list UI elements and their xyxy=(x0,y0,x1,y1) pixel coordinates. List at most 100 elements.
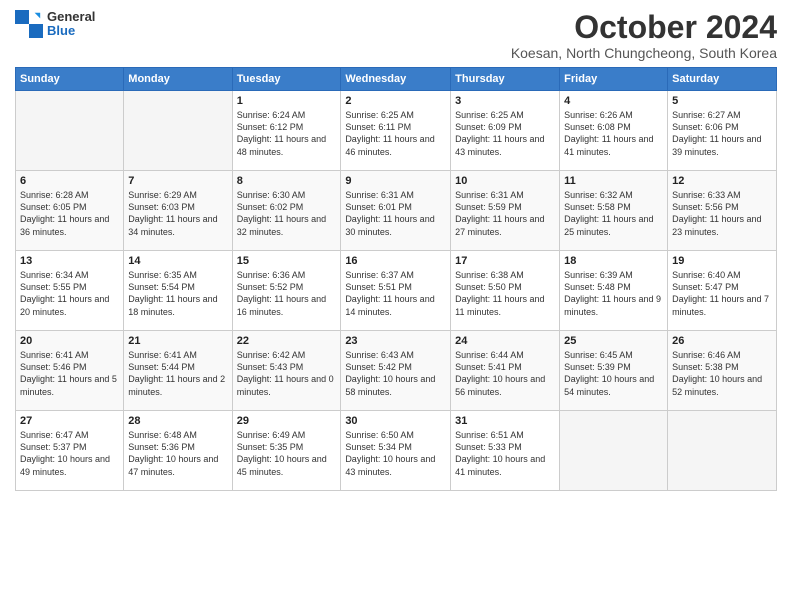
day-info: Sunrise: 6:34 AM Sunset: 5:55 PM Dayligh… xyxy=(20,269,119,318)
month-title: October 2024 xyxy=(511,10,777,45)
header-friday: Friday xyxy=(560,68,668,91)
day-info: Sunrise: 6:24 AM Sunset: 6:12 PM Dayligh… xyxy=(237,109,337,158)
table-row: 13 Sunrise: 6:34 AM Sunset: 5:55 PM Dayli… xyxy=(16,251,124,331)
logo: General Blue xyxy=(15,10,95,39)
table-row: 19 Sunrise: 6:40 AM Sunset: 5:47 PM Dayli… xyxy=(668,251,777,331)
logo-text: General Blue xyxy=(47,10,95,39)
table-row: 10 Sunrise: 6:31 AM Sunset: 5:59 PM Dayli… xyxy=(451,171,560,251)
calendar-week-row: 20 Sunrise: 6:41 AM Sunset: 5:46 PM Dayli… xyxy=(16,331,777,411)
day-info: Sunrise: 6:47 AM Sunset: 5:37 PM Dayligh… xyxy=(20,429,119,478)
day-info: Sunrise: 6:41 AM Sunset: 5:46 PM Dayligh… xyxy=(20,349,119,398)
table-row: 17 Sunrise: 6:38 AM Sunset: 5:50 PM Dayli… xyxy=(451,251,560,331)
day-number: 14 xyxy=(128,255,227,267)
day-number: 2 xyxy=(345,95,446,107)
table-row: 14Sunrise: 6:35 AM Sunset: 5:54 PM Dayli… xyxy=(124,251,232,331)
day-number: 1 xyxy=(237,95,337,107)
table-row: 6Sunrise: 6:28 AM Sunset: 6:05 PM Daylig… xyxy=(16,171,124,251)
day-info: Sunrise: 6:44 AM Sunset: 5:41 PM Dayligh… xyxy=(455,349,555,398)
day-info: Sunrise: 6:31 AM Sunset: 5:59 PM Dayligh… xyxy=(455,189,555,238)
day-info: Sunrise: 6:32 AM Sunset: 5:58 PM Dayligh… xyxy=(564,189,663,238)
table-row: 15 Sunrise: 6:36 AM Sunset: 5:52 PM Dayli… xyxy=(232,251,341,331)
table-row: 25Sunrise: 6:45 AM Sunset: 5:39 PM Dayli… xyxy=(560,331,668,411)
calendar-header-row: Sunday Monday Tuesday Wednesday Thursday… xyxy=(16,68,777,91)
day-number: 17 xyxy=(455,255,555,267)
day-info: Sunrise: 6:31 AM Sunset: 6:01 PM Dayligh… xyxy=(345,189,446,238)
table-row: 24Sunrise: 6:44 AM Sunset: 5:41 PM Dayli… xyxy=(451,331,560,411)
table-row: 31 Sunrise: 6:51 AM Sunset: 5:33 PM Dayli… xyxy=(451,411,560,491)
table-row: 30 Sunrise: 6:50 AM Sunset: 5:34 PM Dayli… xyxy=(341,411,451,491)
day-info: Sunrise: 6:42 AM Sunset: 5:43 PM Dayligh… xyxy=(237,349,337,398)
table-row: 4 Sunrise: 6:26 AM Sunset: 6:08 PM Daylig… xyxy=(560,91,668,171)
calendar-week-row: 6Sunrise: 6:28 AM Sunset: 6:05 PM Daylig… xyxy=(16,171,777,251)
day-number: 4 xyxy=(564,95,663,107)
day-info: Sunrise: 6:49 AM Sunset: 5:35 PM Dayligh… xyxy=(237,429,337,478)
day-info: Sunrise: 6:43 AM Sunset: 5:42 PM Dayligh… xyxy=(345,349,446,398)
table-row xyxy=(16,91,124,171)
logo-icon xyxy=(15,10,43,38)
day-number: 13 xyxy=(20,255,119,267)
day-info: Sunrise: 6:25 AM Sunset: 6:09 PM Dayligh… xyxy=(455,109,555,158)
table-row: 3 Sunrise: 6:25 AM Sunset: 6:09 PM Daylig… xyxy=(451,91,560,171)
day-number: 22 xyxy=(237,335,337,347)
day-number: 15 xyxy=(237,255,337,267)
header-monday: Monday xyxy=(124,68,232,91)
calendar-week-row: 1 Sunrise: 6:24 AM Sunset: 6:12 PM Daylig… xyxy=(16,91,777,171)
day-number: 3 xyxy=(455,95,555,107)
day-info: Sunrise: 6:46 AM Sunset: 5:38 PM Dayligh… xyxy=(672,349,772,398)
day-info: Sunrise: 6:30 AM Sunset: 6:02 PM Dayligh… xyxy=(237,189,337,238)
day-number: 9 xyxy=(345,175,446,187)
day-number: 19 xyxy=(672,255,772,267)
table-row: 29 Sunrise: 6:49 AM Sunset: 5:35 PM Dayli… xyxy=(232,411,341,491)
table-row: 27 Sunrise: 6:47 AM Sunset: 5:37 PM Dayli… xyxy=(16,411,124,491)
day-info: Sunrise: 6:37 AM Sunset: 5:51 PM Dayligh… xyxy=(345,269,446,318)
table-row: 22 Sunrise: 6:42 AM Sunset: 5:43 PM Dayli… xyxy=(232,331,341,411)
day-info: Sunrise: 6:26 AM Sunset: 6:08 PM Dayligh… xyxy=(564,109,663,158)
day-info: Sunrise: 6:33 AM Sunset: 5:56 PM Dayligh… xyxy=(672,189,772,238)
day-number: 11 xyxy=(564,175,663,187)
table-row: 18 Sunrise: 6:39 AM Sunset: 5:48 PM Dayli… xyxy=(560,251,668,331)
calendar-week-row: 27 Sunrise: 6:47 AM Sunset: 5:37 PM Dayli… xyxy=(16,411,777,491)
day-number: 12 xyxy=(672,175,772,187)
table-row: 8 Sunrise: 6:30 AM Sunset: 6:02 PM Daylig… xyxy=(232,171,341,251)
day-number: 5 xyxy=(672,95,772,107)
header-tuesday: Tuesday xyxy=(232,68,341,91)
calendar-week-row: 13 Sunrise: 6:34 AM Sunset: 5:55 PM Dayli… xyxy=(16,251,777,331)
header-saturday: Saturday xyxy=(668,68,777,91)
day-number: 10 xyxy=(455,175,555,187)
day-number: 23 xyxy=(345,335,446,347)
day-number: 30 xyxy=(345,415,446,427)
table-row: 1 Sunrise: 6:24 AM Sunset: 6:12 PM Daylig… xyxy=(232,91,341,171)
day-info: Sunrise: 6:39 AM Sunset: 5:48 PM Dayligh… xyxy=(564,269,663,318)
table-row: 21Sunrise: 6:41 AM Sunset: 5:44 PM Dayli… xyxy=(124,331,232,411)
day-info: Sunrise: 6:50 AM Sunset: 5:34 PM Dayligh… xyxy=(345,429,446,478)
day-number: 18 xyxy=(564,255,663,267)
day-info: Sunrise: 6:27 AM Sunset: 6:06 PM Dayligh… xyxy=(672,109,772,158)
day-number: 31 xyxy=(455,415,555,427)
table-row xyxy=(124,91,232,171)
day-number: 20 xyxy=(20,335,119,347)
day-info: Sunrise: 6:38 AM Sunset: 5:50 PM Dayligh… xyxy=(455,269,555,318)
page: General Blue October 2024 Koesan, North … xyxy=(0,0,792,612)
day-number: 26 xyxy=(672,335,772,347)
table-row: 2Sunrise: 6:25 AM Sunset: 6:11 PM Daylig… xyxy=(341,91,451,171)
table-row: 23 Sunrise: 6:43 AM Sunset: 5:42 PM Dayli… xyxy=(341,331,451,411)
day-number: 16 xyxy=(345,255,446,267)
table-row: 12 Sunrise: 6:33 AM Sunset: 5:56 PM Dayli… xyxy=(668,171,777,251)
day-number: 29 xyxy=(237,415,337,427)
table-row: 7 Sunrise: 6:29 AM Sunset: 6:03 PM Daylig… xyxy=(124,171,232,251)
day-info: Sunrise: 6:48 AM Sunset: 5:36 PM Dayligh… xyxy=(128,429,227,478)
day-info: Sunrise: 6:45 AM Sunset: 5:39 PM Dayligh… xyxy=(564,349,663,398)
header-wednesday: Wednesday xyxy=(341,68,451,91)
day-number: 27 xyxy=(20,415,119,427)
day-info: Sunrise: 6:28 AM Sunset: 6:05 PM Dayligh… xyxy=(20,189,119,238)
day-number: 7 xyxy=(128,175,227,187)
day-number: 28 xyxy=(128,415,227,427)
day-info: Sunrise: 6:40 AM Sunset: 5:47 PM Dayligh… xyxy=(672,269,772,318)
title-area: October 2024 Koesan, North Chungcheong, … xyxy=(511,10,777,61)
day-number: 8 xyxy=(237,175,337,187)
day-info: Sunrise: 6:51 AM Sunset: 5:33 PM Dayligh… xyxy=(455,429,555,478)
header-sunday: Sunday xyxy=(16,68,124,91)
day-info: Sunrise: 6:36 AM Sunset: 5:52 PM Dayligh… xyxy=(237,269,337,318)
table-row: 5 Sunrise: 6:27 AM Sunset: 6:06 PM Daylig… xyxy=(668,91,777,171)
day-info: Sunrise: 6:29 AM Sunset: 6:03 PM Dayligh… xyxy=(128,189,227,238)
